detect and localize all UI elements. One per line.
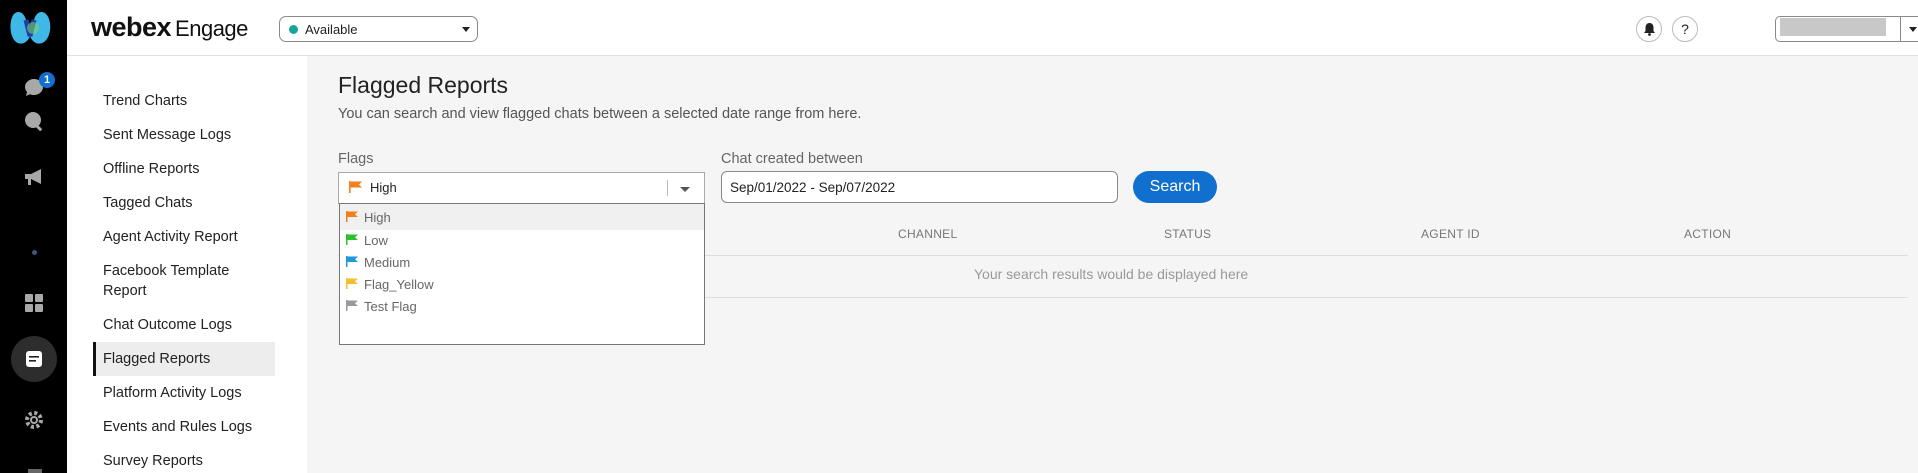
select-divider	[1900, 17, 1901, 41]
flag-low-icon	[346, 234, 358, 245]
sidenav-item-tagged-chats[interactable]: Tagged Chats	[103, 193, 273, 213]
column-header-action: ACTION	[1684, 227, 1732, 241]
sidenav-item-trend-charts[interactable]: Trend Charts	[103, 91, 273, 111]
flag-option-label: High	[364, 210, 391, 225]
empty-results-message: Your search results would be displayed h…	[974, 266, 1249, 282]
sidenav-item-chat-outcome-logs[interactable]: Chat Outcome Logs	[103, 315, 273, 335]
flags-select[interactable]: High	[338, 172, 705, 204]
top-header: webexEngage Available ? KD	[67, 0, 1918, 56]
chevron-down-icon	[1909, 27, 1917, 32]
availability-value: Available	[305, 22, 358, 37]
flag-option-test-flag[interactable]: Test Flag	[340, 293, 704, 319]
flag-option-label: Medium	[364, 255, 411, 270]
flag-high-icon	[349, 181, 362, 193]
chats-badge: 1	[39, 72, 55, 88]
main-content: Flagged Reports You can search and view …	[307, 56, 1918, 473]
flags-label: Flags	[338, 151, 374, 167]
chevron-down-icon[interactable]	[680, 187, 690, 192]
help-icon: ?	[1681, 21, 1689, 37]
flag-high-icon	[346, 211, 358, 222]
search-icon[interactable]	[14, 101, 54, 141]
flags-select-value: High	[370, 180, 397, 195]
flag-yellow-icon	[346, 278, 358, 289]
sidenav-item-flagged-reports[interactable]: Flagged Reports	[93, 342, 275, 376]
dashboard-grid-icon[interactable]	[14, 283, 54, 323]
date-range-label: Chat created between	[721, 151, 863, 167]
reports-icon[interactable]	[11, 336, 57, 382]
page-subtitle: You can search and view flagged chats be…	[338, 106, 862, 122]
column-header-agent-id: AGENT ID	[1421, 227, 1480, 241]
webex-logo-icon	[10, 12, 51, 44]
redacted-user-name	[1780, 18, 1886, 36]
flag-option-label: Test Flag	[364, 299, 417, 314]
settings-gear-icon[interactable]	[14, 400, 54, 440]
column-header-status: STATUS	[1164, 227, 1212, 241]
search-button[interactable]: Search	[1133, 171, 1217, 203]
availability-select[interactable]: Available	[279, 16, 478, 42]
sidenav-item-platform-activity-logs[interactable]: Platform Activity Logs	[103, 383, 273, 403]
notifications-bell-button[interactable]	[1636, 16, 1662, 42]
select-divider	[667, 180, 668, 196]
rail-separator-dot	[32, 250, 37, 255]
page-title: Flagged Reports	[338, 72, 509, 98]
brand-name: webex	[91, 12, 172, 42]
flag-test-icon	[346, 300, 358, 311]
sidenav-item-sent-message-logs[interactable]: Sent Message Logs	[103, 125, 273, 145]
sidenav-item-agent-activity-report[interactable]: Agent Activity Report	[103, 227, 273, 247]
flag-option-label: Flag_Yellow	[364, 277, 434, 292]
chevron-down-icon	[462, 27, 470, 32]
sidenav-item-survey-reports[interactable]: Survey Reports	[103, 451, 273, 471]
date-range-input[interactable]: Sep/01/2022 - Sep/07/2022	[721, 171, 1118, 203]
campaigns-megaphone-icon[interactable]	[14, 157, 54, 197]
rail-more-indicator	[28, 469, 42, 473]
user-select[interactable]	[1775, 16, 1918, 42]
brand-logo: webex Engage	[91, 12, 248, 43]
app-rail: 1	[0, 0, 67, 473]
brand-product: Engage	[175, 16, 248, 41]
help-button[interactable]: ?	[1672, 16, 1698, 42]
sidenav-item-facebook-template-report[interactable]: Facebook Template Report	[103, 261, 273, 301]
reports-sidenav: Trend Charts Sent Message Logs Offline R…	[67, 56, 307, 473]
bell-icon	[1643, 23, 1655, 36]
flags-dropdown-menu: High Low Medium Flag_Yellow Test Flag	[339, 203, 705, 345]
flag-medium-icon	[346, 256, 358, 267]
column-header-channel: CHANNEL	[898, 227, 958, 241]
sidenav-item-events-and-rules-logs[interactable]: Events and Rules Logs	[103, 417, 273, 437]
flag-option-label: Low	[364, 233, 388, 248]
sidenav-item-offline-reports[interactable]: Offline Reports	[103, 159, 273, 179]
status-dot-icon	[289, 25, 298, 34]
